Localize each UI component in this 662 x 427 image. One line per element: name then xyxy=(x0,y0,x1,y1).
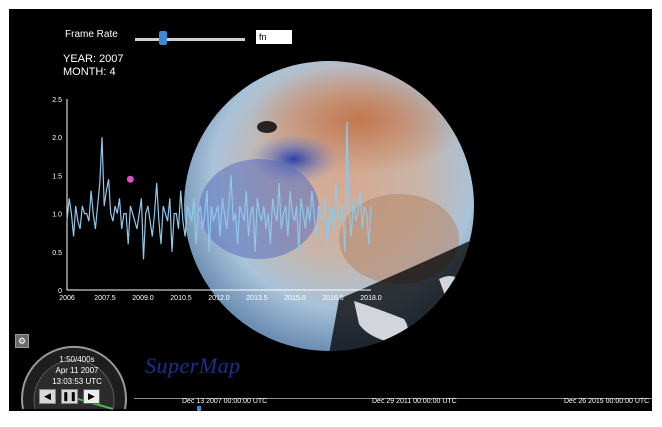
clock-date-text: Apr 11 2007 xyxy=(55,366,99,375)
y-tick-label: 0.5 xyxy=(52,250,62,257)
frame-rate-slider-thumb[interactable] xyxy=(158,31,167,45)
pause-icon: ❚❚ xyxy=(62,391,78,401)
y-tick-label: 1.5 xyxy=(52,173,62,180)
year-label: YEAR: 2007 xyxy=(63,53,124,65)
frame-rate-slider[interactable] xyxy=(135,38,245,41)
play-button[interactable]: ▶ xyxy=(83,389,100,404)
rewind-icon: ◀ xyxy=(44,391,51,401)
x-tick-label: 2010.5 xyxy=(170,295,192,302)
y-tick-label: 2.5 xyxy=(52,97,62,104)
timeline-label: Dec 26 2015 00:00:00 UTC xyxy=(564,398,650,405)
clock-time-text: 13:03:53 UTC xyxy=(52,377,102,386)
map-viewer[interactable]: 0 0.5 1.0 1.5 2.0 2.5 2006 2007.5 2009.0 2010.5 20… xyxy=(9,9,652,411)
x-tick-label: 2009.0 xyxy=(132,295,154,302)
frame-rate-input[interactable]: fn xyxy=(256,30,292,44)
x-tick-label: 2018.0 xyxy=(360,295,382,302)
x-tick-label: 2016.5 xyxy=(322,295,344,302)
timeline-playhead[interactable] xyxy=(197,406,201,411)
frame-rate-label: Frame Rate xyxy=(65,29,118,40)
month-label: MONTH: 4 xyxy=(63,66,116,78)
x-tick-label: 2012.0 xyxy=(208,295,230,302)
timeline-bar[interactable]: Dec 13 2007 00:00:00 UTC Dec 29 2011 00:… xyxy=(134,393,652,411)
y-tick-label: 1.0 xyxy=(52,212,62,219)
play-icon: ▶ xyxy=(88,391,95,401)
brand-logo: SuperMap xyxy=(145,353,241,378)
y-tick-label: 0 xyxy=(58,288,62,295)
x-tick-label: 2015.0 xyxy=(284,295,306,302)
x-tick-label: 2006 xyxy=(59,295,75,302)
clock-speed-text: 1:50/400s xyxy=(59,355,95,364)
highlight-point xyxy=(126,175,134,183)
y-tick-label: 2.0 xyxy=(52,135,62,142)
timeline-label: Dec 29 2011 00:00:00 UTC xyxy=(372,398,457,405)
x-tick-label: 2007.5 xyxy=(94,295,116,302)
series-line xyxy=(66,121,372,260)
rewind-button[interactable]: ◀ xyxy=(39,389,56,404)
x-tick-label: 2013.5 xyxy=(246,295,268,302)
pause-button[interactable]: ❚❚ xyxy=(61,389,78,404)
timeline-label: Dec 13 2007 00:00:00 UTC xyxy=(182,398,268,405)
